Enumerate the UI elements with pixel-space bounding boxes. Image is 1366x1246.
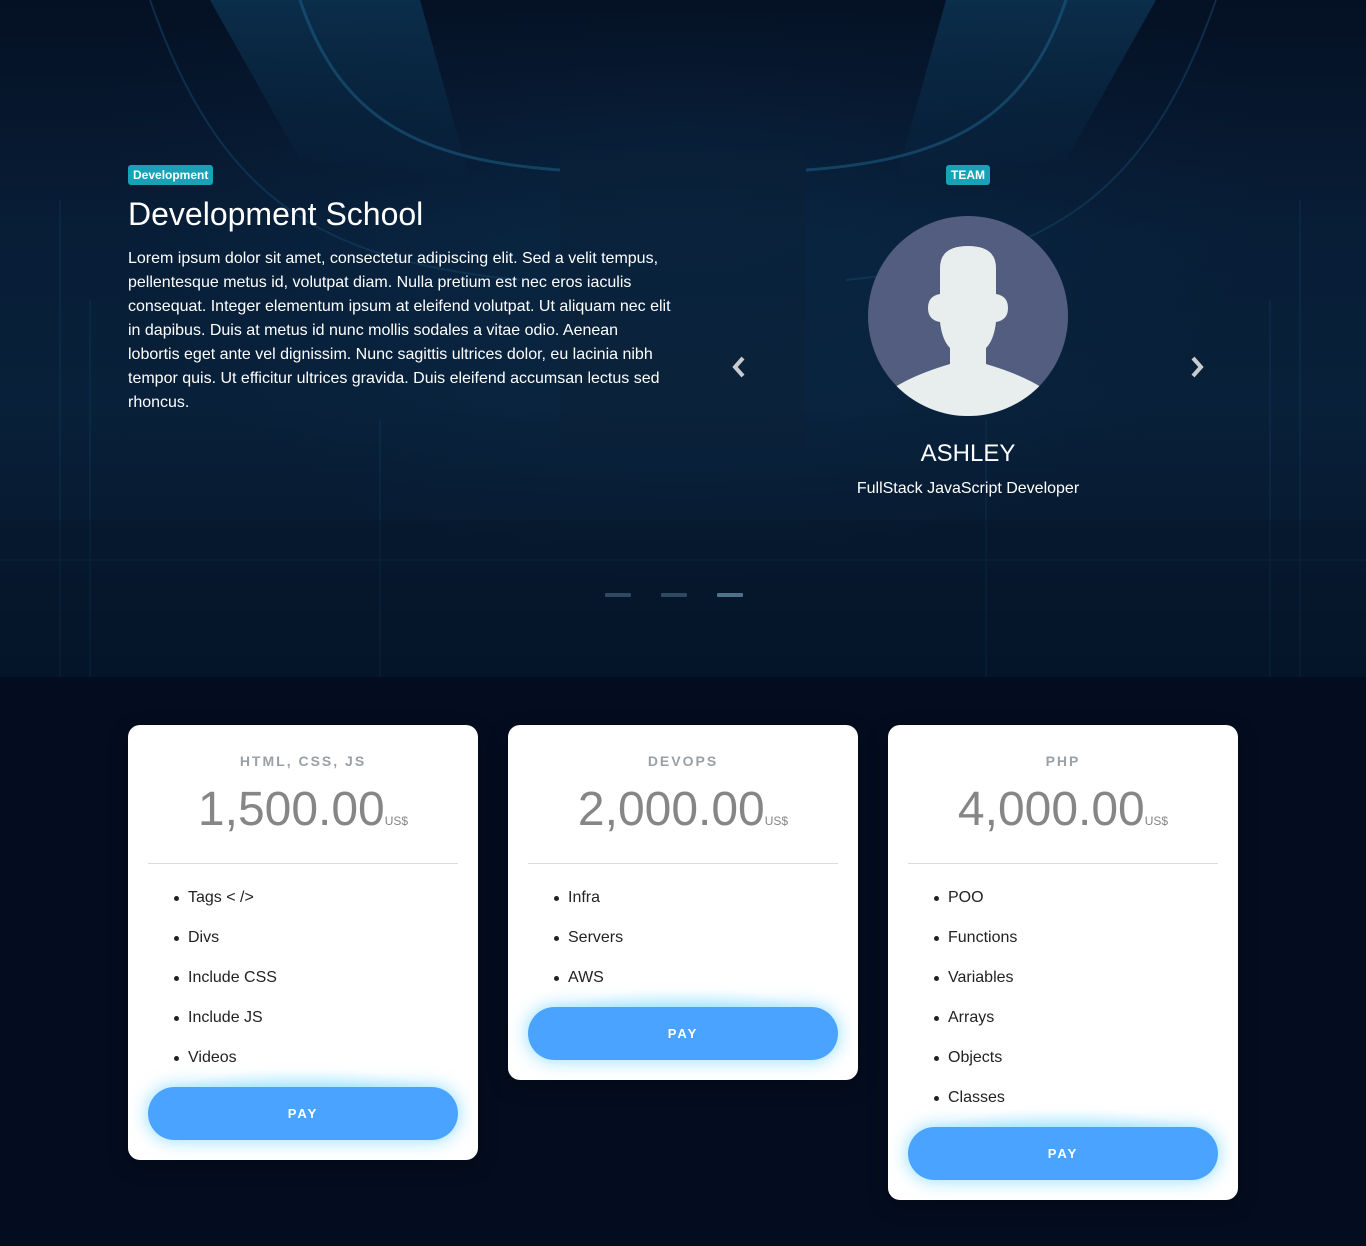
- feature-list: Tags < /> Divs Include CSS Include JS Vi…: [174, 878, 478, 1078]
- pay-button[interactable]: PAY: [908, 1127, 1218, 1180]
- plan-price: 4,000.00: [957, 783, 1145, 836]
- hero-text-block: Development Development School Lorem ips…: [128, 165, 673, 415]
- price-row: 2,000.00US$: [508, 784, 858, 836]
- list-item: Arrays: [934, 998, 1238, 1038]
- chevron-left-icon: [732, 356, 745, 378]
- carousel-indicator-3[interactable]: [717, 593, 743, 597]
- list-item: Include CSS: [174, 958, 478, 998]
- feature-list: POO Functions Variables Arrays Objects C…: [934, 878, 1238, 1118]
- page-title: Development School: [128, 196, 424, 232]
- pricing-card-html: HTML, CSS, JS 1,500.00US$ Tags < /> Divs…: [128, 725, 478, 1160]
- list-item: Functions: [934, 918, 1238, 958]
- list-item: Variables: [934, 958, 1238, 998]
- list-item: Objects: [934, 1038, 1238, 1078]
- divider: [908, 863, 1218, 864]
- pay-wrapper: PAY: [528, 987, 838, 1060]
- plan-currency: US$: [384, 814, 409, 828]
- pay-button[interactable]: PAY: [148, 1087, 458, 1140]
- list-item: Divs: [174, 918, 478, 958]
- pay-wrapper: PAY: [908, 1107, 1218, 1180]
- divider: [528, 863, 838, 864]
- user-silhouette-icon: [883, 246, 1053, 416]
- plan-currency: US$: [764, 814, 789, 828]
- divider: [148, 863, 458, 864]
- list-item: POO: [934, 878, 1238, 918]
- pricing-card-php: PHP 4,000.00US$ POO Functions Variables …: [888, 725, 1238, 1200]
- avatar: [868, 216, 1068, 416]
- team-member-name: ASHLEY: [920, 440, 1016, 467]
- plan-title: DEVOPS: [647, 753, 719, 769]
- price-row: 1,500.00US$: [128, 784, 478, 836]
- list-item: Servers: [554, 918, 858, 958]
- list-item: Include JS: [174, 998, 478, 1038]
- pay-wrapper: PAY: [148, 1067, 458, 1140]
- plan-currency: US$: [1144, 814, 1169, 828]
- category-badge: Development: [128, 165, 214, 185]
- hero-description: Lorem ipsum dolor sit amet, consectetur …: [128, 250, 671, 411]
- carousel-next-button[interactable]: [1182, 352, 1212, 382]
- team-member-role: FullStack JavaScript Developer: [856, 480, 1080, 497]
- feature-list: Infra Servers AWS: [554, 878, 858, 998]
- plan-price: 1,500.00: [197, 783, 385, 836]
- list-item: Tags < />: [174, 878, 478, 918]
- plan-price: 2,000.00: [577, 783, 765, 836]
- carousel-prev-button[interactable]: [724, 352, 754, 382]
- carousel-indicators: [605, 593, 743, 597]
- plan-title: HTML, CSS, JS: [239, 753, 367, 769]
- plan-title: PHP: [1045, 753, 1081, 769]
- hero-section: Development Development School Lorem ips…: [0, 0, 1366, 677]
- carousel-indicator-2[interactable]: [661, 593, 687, 597]
- pricing-card-devops: DEVOPS 2,000.00US$ Infra Servers AWS PAY: [508, 725, 858, 1080]
- team-badge: TEAM: [946, 165, 990, 185]
- carousel-indicator-1[interactable]: [605, 593, 631, 597]
- list-item: Infra: [554, 878, 858, 918]
- chevron-right-icon: [1191, 356, 1204, 378]
- price-row: 4,000.00US$: [888, 784, 1238, 836]
- pay-button[interactable]: PAY: [528, 1007, 838, 1060]
